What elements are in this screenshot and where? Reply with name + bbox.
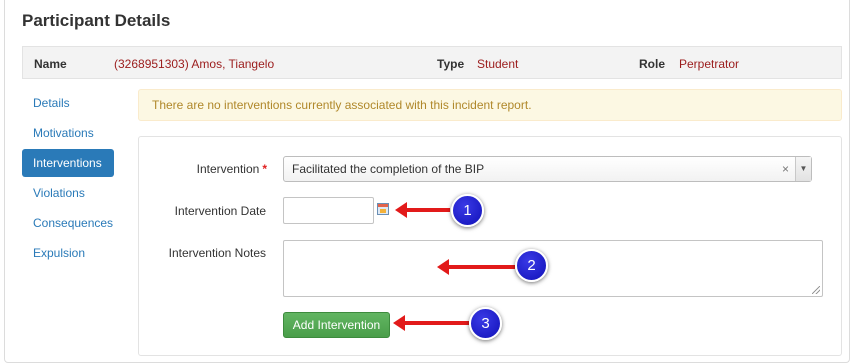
annotation-badge-3: 3	[469, 307, 502, 340]
intervention-date-input[interactable]	[283, 197, 374, 224]
annotation-arrow-3	[393, 315, 469, 331]
sidebar-item-consequences[interactable]: Consequences	[22, 209, 114, 237]
clear-icon[interactable]: ×	[782, 157, 789, 181]
name-value: (3268951303) Amos, Tiangelo	[114, 57, 275, 71]
intervention-notes-label: Intervention Notes	[168, 246, 266, 260]
resize-grip-icon[interactable]	[812, 286, 820, 294]
annotation-badge-1: 1	[451, 194, 484, 227]
required-marker: *	[262, 162, 267, 176]
intervention-selected-value: Facilitated the completion of the BIP	[292, 162, 485, 176]
annotation-arrow-2	[437, 259, 515, 275]
sidebar-nav: Details Motivations Interventions Violat…	[22, 89, 114, 269]
intervention-notes-textarea[interactable]	[283, 240, 823, 297]
no-interventions-alert: There are no interventions currently ass…	[138, 89, 842, 121]
sidebar-item-details[interactable]: Details	[22, 89, 114, 117]
chevron-down-icon[interactable]: ▼	[795, 157, 811, 181]
role-value: Perpetrator	[679, 57, 740, 71]
intervention-label-text: Intervention	[196, 162, 260, 176]
participant-summary-bar: Name (3268951303) Amos, Tiangelo Type St…	[22, 46, 842, 79]
intervention-label: Intervention *	[140, 162, 267, 176]
add-intervention-button[interactable]: Add Intervention	[283, 312, 390, 338]
annotation-badge-2: 2	[515, 249, 548, 282]
intervention-select[interactable]: Facilitated the completion of the BIP × …	[283, 156, 812, 182]
sidebar-item-expulsion[interactable]: Expulsion	[22, 239, 114, 267]
annotation-arrow-1	[395, 202, 450, 218]
sidebar-item-motivations[interactable]: Motivations	[22, 119, 114, 147]
sidebar-item-interventions[interactable]: Interventions	[22, 149, 114, 177]
role-label: Role	[639, 57, 666, 71]
sidebar-item-violations[interactable]: Violations	[22, 179, 114, 207]
page-title: Participant Details	[22, 11, 171, 30]
intervention-date-label: Intervention Date	[174, 204, 266, 218]
type-value: Student	[477, 57, 519, 71]
calendar-icon[interactable]	[377, 203, 389, 215]
name-label: Name	[34, 57, 67, 71]
type-label: Type	[437, 57, 465, 71]
